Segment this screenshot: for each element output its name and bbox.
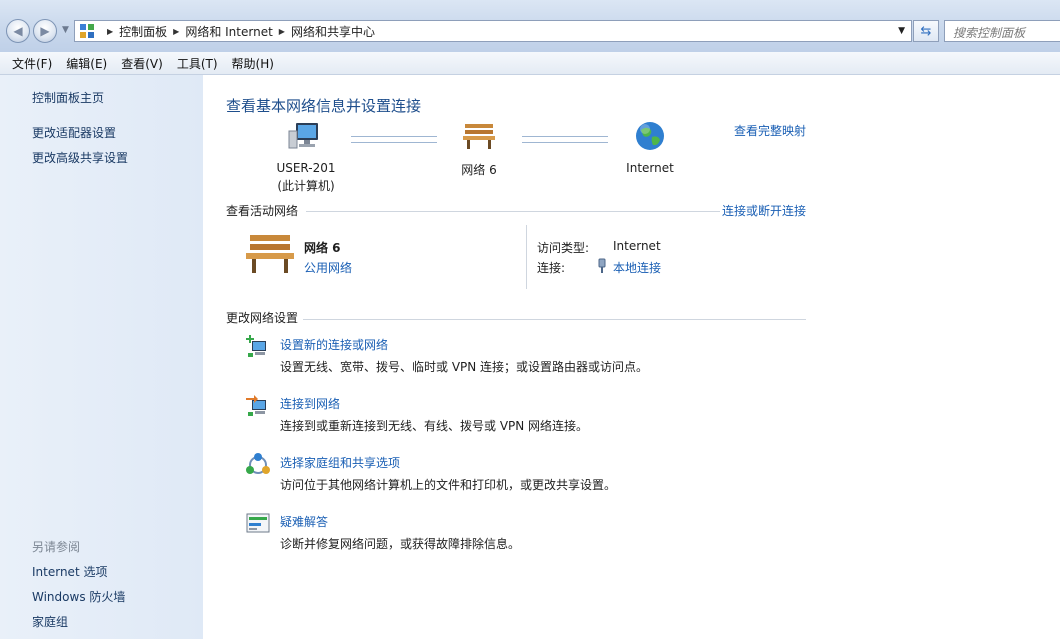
menu-tools[interactable]: 工具(T): [170, 55, 225, 72]
back-arrow-icon: ◀: [13, 24, 23, 38]
troubleshoot-icon[interactable]: [246, 512, 270, 536]
menu-file[interactable]: 文件(F): [0, 55, 59, 72]
control-panel-icon: [79, 23, 95, 39]
access-type-value: Internet: [613, 239, 661, 253]
network-type-link[interactable]: 公用网络: [304, 259, 352, 276]
breadcrumb-chevron-icon[interactable]: ▶: [279, 27, 285, 36]
change-adapter-settings-link[interactable]: 更改适配器设置: [32, 124, 116, 141]
computer-sub-label: (此计算机): [277, 179, 335, 193]
control-panel-home-link[interactable]: 控制面板主页: [32, 89, 104, 106]
troubleshoot-desc: 诊断并修复网络问题，或获得故障排除信息。: [280, 537, 521, 551]
forward-arrow-icon: ▶: [40, 24, 50, 38]
new-connection-icon[interactable]: [246, 335, 270, 359]
windows-firewall-link[interactable]: Windows 防火墙: [32, 588, 125, 605]
computer-node-label: USER-201 (此计算机): [251, 161, 361, 194]
computer-name: USER-201: [276, 161, 336, 175]
refresh-icon: ⇆: [920, 23, 932, 39]
view-full-map-link[interactable]: 查看完整映射: [734, 122, 806, 139]
forward-button[interactable]: ▶: [33, 19, 57, 43]
ethernet-plug-icon: [597, 258, 607, 274]
breadcrumb-control-panel[interactable]: 控制面板: [119, 23, 167, 40]
connect-to-network-desc: 连接到或重新连接到无线、有线、拨号或 VPN 网络连接。: [280, 419, 589, 433]
breadcrumb-network-sharing-center[interactable]: 网络和共享中心: [291, 23, 375, 40]
network-node-label: 网络 6: [461, 163, 497, 177]
left-task-pane: 控制面板主页 更改适配器设置 更改高级共享设置 另请参阅 Internet 选项…: [0, 75, 203, 639]
see-also-heading: 另请参阅: [32, 540, 81, 554]
back-button[interactable]: ◀: [6, 19, 30, 43]
address-bar[interactable]: ▶ 控制面板 ▶ 网络和 Internet ▶ 网络和共享中心 ▼: [74, 20, 912, 42]
recent-pages-dropdown[interactable]: ▼: [62, 25, 69, 35]
map-link-line: [522, 136, 608, 143]
setup-new-connection-link[interactable]: 设置新的连接或网络: [280, 336, 388, 353]
homegroup-sharing-options-desc: 访问位于其他网络计算机上的文件和打印机，或更改共享设置。: [280, 478, 617, 492]
internet-node-label: Internet: [626, 161, 674, 175]
breadcrumb-network-internet[interactable]: 网络和 Internet: [185, 23, 272, 40]
menu-view[interactable]: 查看(V): [114, 55, 170, 72]
active-network-name: 网络 6: [304, 241, 341, 255]
divider: [526, 225, 527, 289]
active-networks-heading: 查看活动网络: [226, 204, 299, 218]
breadcrumb-chevron-icon[interactable]: ▶: [107, 27, 113, 36]
address-dropdown-icon[interactable]: ▼: [898, 26, 905, 36]
internet-options-link[interactable]: Internet 选项: [32, 563, 107, 580]
navigation-buttons: ◀ ▶ ▼: [6, 19, 70, 45]
title-bar: ◀ ▶ ▼ ▶ 控制面板 ▶ 网络和 Internet ▶ 网络和共享中心 ▼ …: [0, 0, 1060, 52]
map-link-line: [351, 136, 437, 143]
homegroup-link[interactable]: 家庭组: [32, 613, 68, 630]
page-title: 查看基本网络信息并设置连接: [226, 97, 422, 115]
connection-label: 连接:: [537, 261, 566, 275]
network-bench-icon[interactable]: [461, 122, 497, 150]
access-type-label: 访问类型:: [537, 241, 590, 255]
refresh-button[interactable]: ⇆: [913, 20, 939, 42]
menu-help[interactable]: 帮助(H): [225, 55, 281, 72]
setup-new-connection-desc: 设置无线、宽带、拨号、临时或 VPN 连接；或设置路由器或访问点。: [280, 360, 649, 374]
connect-to-network-link[interactable]: 连接到网络: [280, 395, 340, 412]
computer-icon[interactable]: [288, 121, 324, 151]
change-settings-heading: 更改网络设置: [226, 311, 299, 325]
troubleshoot-link[interactable]: 疑难解答: [280, 513, 328, 530]
internet-globe-icon[interactable]: [634, 120, 666, 152]
menu-edit[interactable]: 编辑(E): [59, 55, 114, 72]
change-advanced-sharing-link[interactable]: 更改高级共享设置: [32, 149, 128, 166]
menu-bar: 文件(F) 编辑(E) 查看(V) 工具(T) 帮助(H): [0, 52, 1060, 75]
connect-disconnect-link[interactable]: 连接或断开连接: [722, 202, 806, 219]
connect-network-icon[interactable]: [246, 394, 270, 418]
breadcrumb-chevron-icon[interactable]: ▶: [173, 27, 179, 36]
homegroup-sharing-options-link[interactable]: 选择家庭组和共享选项: [280, 454, 400, 471]
active-network-bench-icon: [244, 232, 296, 274]
divider: [303, 319, 806, 320]
search-input[interactable]: 搜索控制面板: [944, 20, 1060, 42]
divider: [306, 211, 720, 212]
homegroup-icon[interactable]: [246, 453, 270, 477]
main-content: 查看基本网络信息并设置连接 USER-201 (此计算机) 网络 6 Inter…: [203, 75, 1060, 639]
local-connection-link[interactable]: 本地连接: [613, 259, 661, 276]
